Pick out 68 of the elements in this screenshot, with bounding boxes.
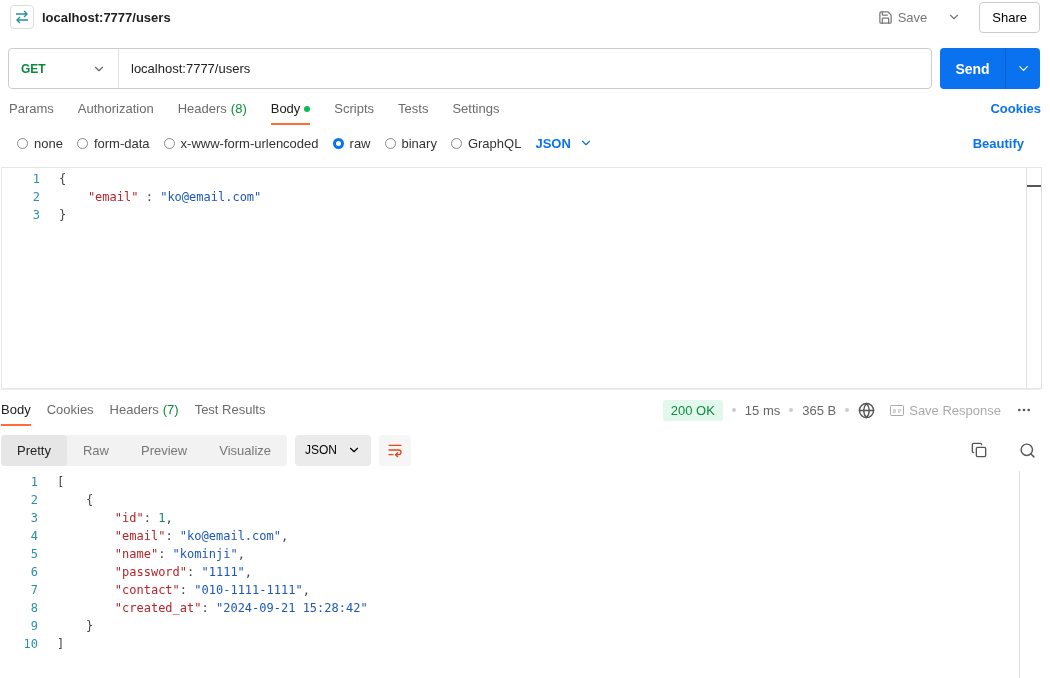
line-number: 8 [29, 601, 39, 615]
response-tab[interactable]: Headers (7) [109, 402, 179, 426]
wrap-lines-button[interactable] [379, 434, 412, 466]
body-type-radio[interactable]: raw [332, 135, 371, 151]
view-mode-tab[interactable]: Pretty [1, 434, 67, 466]
response-tab[interactable]: Body [1, 402, 31, 426]
request-tab[interactable]: Body [270, 101, 311, 125]
request-tab[interactable]: Params [9, 101, 54, 125]
code-line: "id": 1, [113, 511, 173, 525]
response-format-dropdown[interactable]: JSON [295, 434, 372, 466]
line-number: 5 [29, 547, 39, 561]
format-dropdown[interactable]: JSON [535, 135, 593, 151]
view-mode-tab[interactable]: Visualize [203, 434, 288, 466]
code-line: ] [57, 637, 65, 651]
code-line: "created_at": "2024-09-21 15:28:42" [113, 601, 368, 615]
line-number: 3 [29, 511, 39, 525]
line-number: 2 [31, 190, 41, 204]
body-type-radio[interactable]: none [17, 135, 63, 151]
status-badge: 200 OK [662, 399, 723, 421]
line-number: 2 [29, 493, 39, 507]
code-line: { [59, 172, 67, 186]
code-line: } [59, 208, 67, 222]
line-number: 1 [29, 475, 39, 489]
line-number: 4 [29, 529, 39, 543]
request-tab[interactable]: Authorization [77, 101, 154, 125]
code-line: "email" : "ko@email.com" [86, 190, 262, 204]
http-icon [10, 5, 34, 29]
line-number: 6 [29, 565, 39, 579]
save-button[interactable]: Save [871, 5, 934, 29]
code-line: } [84, 619, 94, 633]
beautify-link[interactable]: Beautify [972, 135, 1024, 151]
scrollbar[interactable] [1026, 168, 1042, 388]
code-line: "name": "kominji", [113, 547, 245, 561]
response-tab[interactable]: Test Results [194, 402, 266, 426]
request-tab[interactable]: Tests [398, 101, 429, 125]
send-button[interactable]: Send [940, 48, 1040, 89]
code-line: [ [57, 475, 65, 489]
view-mode-tab[interactable]: Preview [125, 434, 204, 466]
method-dropdown[interactable]: GET [9, 49, 119, 88]
line-number: 9 [29, 619, 39, 633]
request-tab[interactable]: Headers (8) [177, 101, 247, 125]
example-icon [890, 404, 905, 416]
code-line: { [84, 493, 94, 507]
request-body-editor[interactable]: 1 { 2 "email" : "ko@email.com" 3 } [1, 167, 1042, 389]
share-button[interactable]: Share [979, 1, 1040, 33]
code-line: "contact": "010-1111-1111", [113, 583, 310, 597]
cookies-link[interactable]: Cookies [990, 101, 1041, 125]
line-number: 7 [29, 583, 39, 597]
body-type-radio[interactable]: GraphQL [450, 135, 522, 151]
request-title: localhost:7777/users [42, 9, 172, 25]
request-tab[interactable]: Settings [452, 101, 500, 125]
line-number: 10 [22, 637, 39, 651]
body-type-radio[interactable]: form-data [76, 135, 150, 151]
view-mode-tab[interactable]: Raw [66, 434, 125, 466]
globe-icon[interactable] [858, 401, 876, 419]
request-tab[interactable]: Scripts [334, 101, 375, 125]
wrap-text-icon [387, 442, 404, 458]
line-number: 3 [31, 208, 41, 222]
code-line: "password": "1111", [113, 565, 253, 579]
line-number: 1 [31, 172, 41, 186]
response-tab[interactable]: Cookies [46, 402, 94, 426]
code-line: "email": "ko@email.com", [113, 529, 289, 543]
body-type-radio[interactable]: binary [384, 135, 437, 151]
url-bar[interactable]: GET localhost:7777/users [8, 48, 932, 89]
url-field[interactable]: localhost:7777/users [119, 61, 931, 76]
body-type-radio[interactable]: x-www-form-urlencoded [163, 135, 319, 151]
response-time: 15 ms [744, 402, 781, 418]
response-size: 365 B [802, 402, 837, 418]
